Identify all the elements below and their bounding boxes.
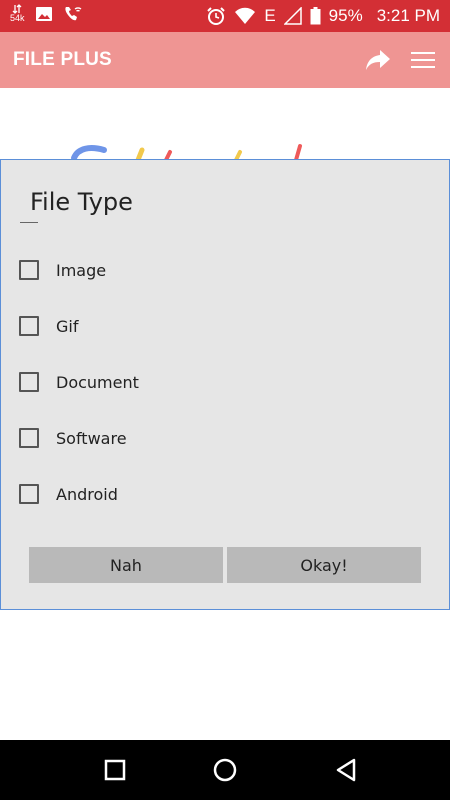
network-speed: 54k: [10, 13, 25, 23]
menu-icon: [411, 52, 435, 68]
clock: 3:21 PM: [376, 6, 440, 25]
nah-button[interactable]: Nah: [29, 547, 223, 583]
battery-percent: 95%: [328, 6, 363, 25]
file-type-dialog: File Type Image Gif Document Software An…: [0, 159, 450, 610]
menu-button[interactable]: [409, 49, 437, 71]
option-software[interactable]: Software: [19, 426, 127, 450]
share-icon: [366, 50, 390, 70]
image-checkbox[interactable]: [19, 260, 39, 280]
share-button[interactable]: [364, 48, 392, 72]
home-button[interactable]: [212, 757, 238, 783]
status-bar: 54k E 95% 3:21 PM: [0, 0, 450, 32]
battery-icon: [310, 7, 321, 25]
okay-button[interactable]: Okay!: [227, 547, 421, 583]
network-type: E: [264, 6, 276, 25]
alarm-icon: [207, 7, 226, 25]
gallery-icon: [35, 6, 52, 21]
wifi-icon: [235, 7, 256, 24]
app-title: FILE PLUS: [13, 49, 112, 70]
status-left-icons: 54k: [10, 4, 83, 23]
document-checkbox[interactable]: [19, 372, 39, 392]
back-button[interactable]: [334, 757, 360, 783]
wifi-call-icon: [64, 6, 81, 20]
option-gif[interactable]: Gif: [19, 314, 78, 338]
option-label: Software: [56, 428, 127, 448]
navigation-bar: [0, 740, 450, 800]
recents-button[interactable]: [102, 757, 128, 783]
data-speed-icon: 54k: [10, 4, 25, 23]
option-image[interactable]: Image: [19, 258, 106, 282]
software-checkbox[interactable]: [19, 428, 39, 448]
option-label: Gif: [56, 316, 79, 336]
option-label: Image: [56, 260, 107, 280]
android-checkbox[interactable]: [19, 484, 39, 504]
title-divider: [20, 222, 38, 223]
option-label: Android: [56, 484, 118, 504]
signal-icon: [283, 7, 302, 25]
option-document[interactable]: Document: [19, 370, 139, 394]
status-right-icons: E 95% 3:21 PM: [206, 0, 440, 32]
app-bar: FILE PLUS: [0, 32, 450, 88]
gif-checkbox[interactable]: [19, 316, 39, 336]
dialog-title: File Type: [30, 188, 133, 216]
recents-square-icon: [104, 759, 126, 781]
option-label: Document: [56, 372, 139, 392]
option-android[interactable]: Android: [19, 482, 118, 506]
home-circle-icon: [213, 758, 237, 782]
back-triangle-icon: [336, 758, 356, 782]
